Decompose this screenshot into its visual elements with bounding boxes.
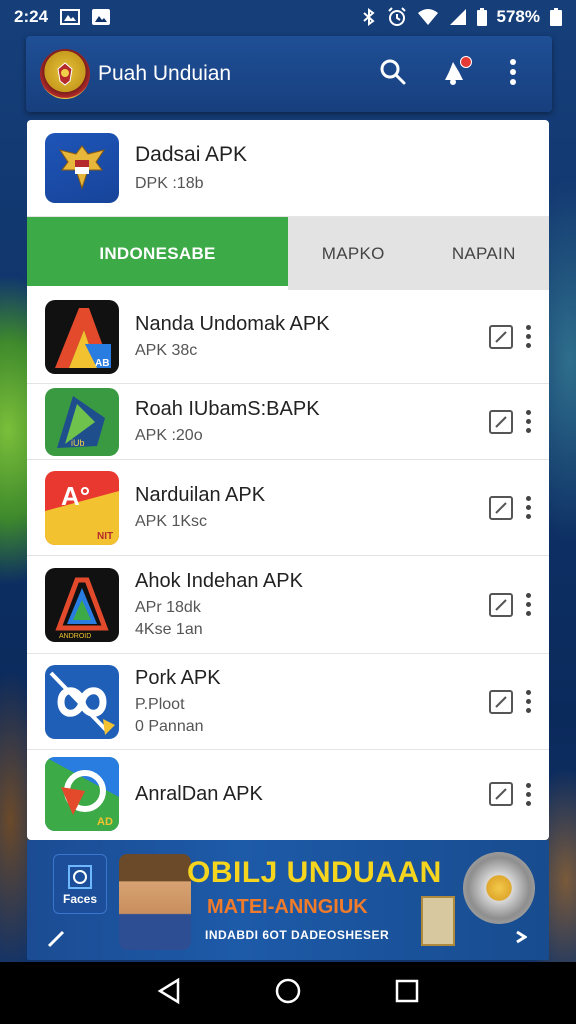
image-icon (92, 9, 111, 25)
app-size: APr 18dk (135, 599, 201, 616)
list-item[interactable]: A° NIT Narduilan APK APK 1Ksc (27, 460, 549, 556)
home-button[interactable] (268, 973, 308, 1013)
item-more-button[interactable] (525, 690, 531, 713)
search-button[interactable] (378, 59, 408, 89)
select-checkbox[interactable] (489, 409, 513, 434)
header-title: Puah Unduian (98, 62, 232, 85)
app-title: Pork APK (135, 667, 221, 689)
list-item[interactable]: Pork APK P.Ploot 0 Pannan (27, 654, 549, 750)
banner-portrait-image (421, 896, 455, 946)
app-size: APK 1Ksc (135, 513, 208, 530)
more-vert-icon (509, 58, 517, 90)
recents-button[interactable] (387, 973, 427, 1013)
select-checkbox[interactable] (489, 324, 513, 349)
battery-percent: 578% (496, 7, 540, 26)
item-more-button[interactable] (525, 782, 531, 806)
banner-small-text: INDABDI 6OT DADEOSHESER (205, 928, 390, 942)
app-icon-a: AB (45, 299, 119, 374)
more-options-button[interactable] (498, 58, 528, 90)
app-title: Ahok Indehan APK (135, 570, 303, 592)
banner-headline: OBILJ UNDUAAN (187, 856, 442, 889)
main-panel: Dadsai APK DPK :18b INDONESABE MAPKO NAP… (27, 120, 549, 840)
navigation-bar (0, 962, 576, 1024)
battery-full-icon (550, 8, 562, 26)
item-more-button[interactable] (525, 410, 531, 433)
select-checkbox[interactable] (489, 592, 513, 617)
status-time: 2:24 (14, 7, 49, 26)
featured-subtitle: DPK :18b (135, 175, 204, 192)
recents-icon (395, 979, 419, 1008)
tab-mapko[interactable]: MAPKO (288, 217, 419, 290)
tab-napain[interactable]: NAPAIN (419, 217, 550, 290)
banner-person-image (119, 854, 191, 950)
banner-next-icon[interactable] (515, 930, 528, 949)
app-icon-a-dark: ANDROID (45, 567, 119, 642)
app-list: AB Nanda Undomak APK APK 38c iUb Roah IU… (27, 290, 549, 838)
featured-app[interactable]: Dadsai APK DPK :18b (27, 120, 549, 217)
back-button[interactable] (149, 973, 189, 1013)
list-item[interactable]: iUb Roah IUbamS:BAPK APK :20o (27, 384, 549, 460)
alarm-icon (387, 7, 407, 27)
back-icon (156, 977, 182, 1010)
status-bar: 2:24 578% (0, 0, 576, 34)
promo-banner[interactable]: Faces OBILJ UNDUAAN MATEI-ANNGIUK INDABD… (27, 840, 549, 960)
app-title: Roah IUbamS:BAPK (135, 398, 320, 420)
app-size: APK :20o (135, 427, 203, 444)
svg-text:NIT: NIT (97, 531, 113, 542)
banner-app-icon: Faces (53, 854, 107, 914)
app-icon-infinity (45, 664, 119, 739)
app-header: Puah Unduian (26, 36, 552, 112)
item-more-button[interactable] (525, 593, 531, 616)
svg-text:AB: AB (95, 358, 109, 369)
item-more-button[interactable] (525, 496, 531, 519)
list-item[interactable]: AD AnralDan APK (27, 750, 549, 838)
notification-button[interactable] (438, 56, 472, 89)
tab-bar: INDONESABE MAPKO NAPAIN (27, 217, 549, 290)
gallery-icon (60, 9, 81, 25)
battery-icon (476, 8, 487, 26)
app-size: P.Ploot (135, 696, 185, 713)
app-icon-swirl: AD (45, 757, 119, 831)
banner-subline: MATEI-ANNGIUK (207, 896, 368, 918)
banner-coin-image (463, 852, 535, 924)
select-checkbox[interactable] (489, 495, 513, 520)
bluetooth-icon (361, 8, 377, 26)
item-more-button[interactable] (525, 325, 531, 348)
app-title: Nanda Undomak APK (135, 313, 330, 335)
tab-indonesabe[interactable]: INDONESABE (27, 217, 288, 290)
app-title: Narduilan APK (135, 484, 266, 506)
app-meta: 4Kse 1an (135, 621, 203, 638)
svg-text:A°: A° (61, 481, 90, 511)
app-title: AnralDan APK (135, 782, 263, 805)
svg-text:ANDROID: ANDROID (59, 633, 91, 640)
app-meta: 0 Pannan (135, 718, 204, 735)
home-icon (274, 977, 302, 1010)
app-icon-a-red: A° NIT (45, 470, 119, 545)
search-icon (379, 58, 407, 91)
svg-text:AD: AD (97, 816, 113, 828)
signal-icon (449, 8, 467, 26)
select-checkbox[interactable] (489, 689, 513, 714)
app-icon-leaf: iUb (45, 387, 119, 456)
app-size: APK 38c (135, 342, 198, 359)
wifi-icon (417, 8, 439, 26)
featured-title: Dadsai APK (135, 143, 248, 166)
select-checkbox[interactable] (489, 782, 513, 806)
list-item[interactable]: ANDROID Ahok Indehan APK APr 18dk 4Kse 1… (27, 556, 549, 654)
banner-app-label: Faces (62, 892, 98, 906)
banner-prev-icon[interactable] (47, 930, 65, 953)
notification-badge (460, 56, 472, 68)
svg-text:iUb: iUb (71, 438, 85, 448)
app-logo (40, 49, 90, 99)
list-item[interactable]: AB Nanda Undomak APK APK 38c (27, 290, 549, 384)
garuda-emblem-icon (45, 133, 119, 203)
